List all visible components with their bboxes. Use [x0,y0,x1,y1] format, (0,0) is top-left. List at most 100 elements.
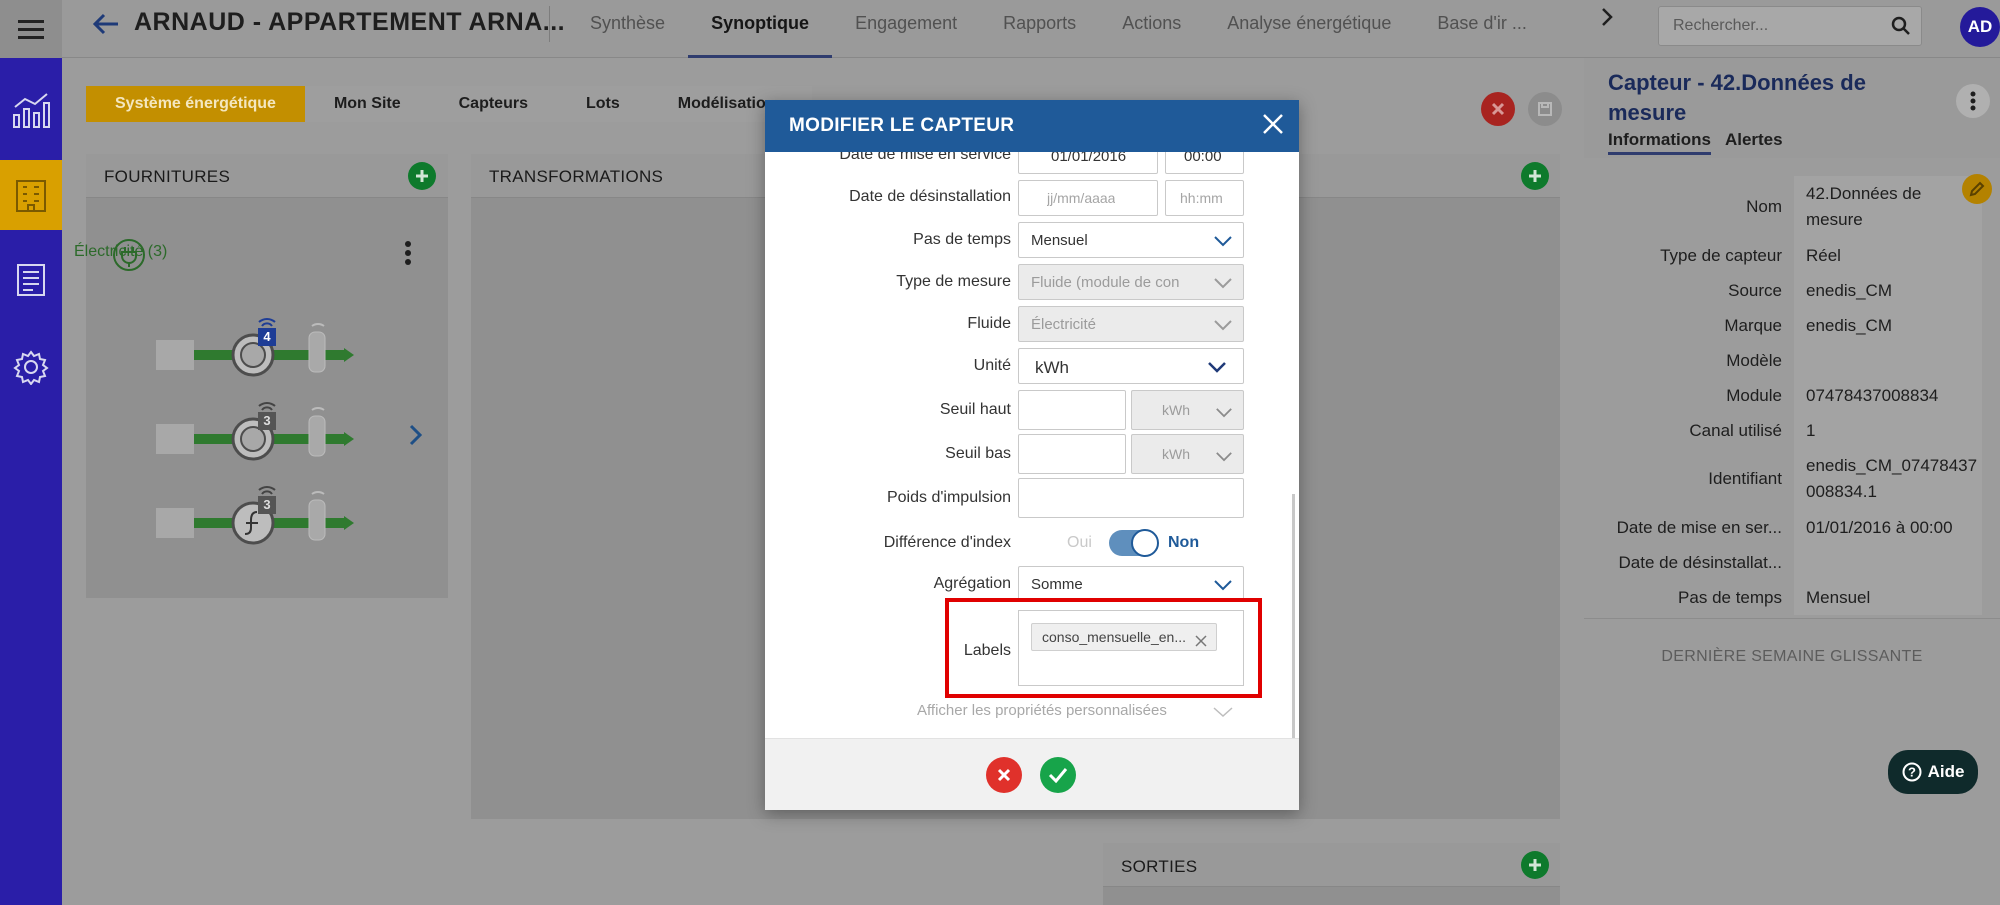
prop-value: 01/01/2016 à 00:00 [1794,510,1982,545]
back-arrow-icon[interactable] [92,13,120,40]
electricity-supply[interactable]: Électricité (3) [74,243,167,261]
subtab-capteurs[interactable]: Capteurs [430,86,557,122]
site-title: ARNAUD - APPARTEMENT ARNA... [134,8,566,36]
expand-chevron-right-icon[interactable] [408,423,424,452]
tab-analyse-energetique[interactable]: Analyse énergétique [1204,0,1414,58]
meter-3-badge: 3 [263,497,271,512]
add-transformation-button[interactable] [1521,162,1549,190]
prop-key: Modèle [1584,343,1794,378]
field-label: Date de désinstallation [849,188,1011,205]
time-mise-service-input[interactable]: 00:00 [1165,152,1244,174]
table-row: Modèle [1584,343,2000,378]
date-desinstallation-input[interactable]: jj/mm/aaaa [1018,180,1158,216]
sorties-panel: SORTIES [1103,843,1560,905]
close-icon[interactable] [1261,112,1285,141]
tab-rapports[interactable]: Rapports [980,0,1099,58]
table-row: Canal utilisé 1 [1584,413,2000,448]
select-value: kWh [1035,358,1069,377]
help-button[interactable]: ? Aide [1888,750,1978,794]
prop-value [1794,343,1982,378]
modal-scrollbar[interactable] [1292,494,1295,738]
seuil-haut-input[interactable] [1018,390,1126,430]
search-placeholder: Rechercher... [1673,17,1769,34]
user-avatar[interactable]: AD [1960,7,2000,47]
date-mise-service-input[interactable]: 01/01/2016 [1018,152,1158,174]
subtab-systeme-energetique[interactable]: Système énergétique [86,86,305,122]
table-row: Identifiant enedis_CM_07478437008834.1 [1584,448,2000,510]
subtab-mon-site[interactable]: Mon Site [305,86,430,122]
modal-header: MODIFIER LE CAPTEUR [765,100,1299,152]
tab-base[interactable]: Base d'ir ... [1414,0,1549,58]
field-label: Agrégation [933,575,1011,592]
select-value: Fluide (module de con [1031,274,1180,291]
nav-building-icon[interactable] [0,160,62,230]
chevron-down-icon [1207,360,1227,377]
prop-value: enedis_CM [1794,308,1982,343]
fournitures-header: FOURNITURES [86,154,448,198]
menu-icon[interactable] [0,0,62,58]
meter-2[interactable] [154,396,364,471]
toggle-oui-label: Oui [1067,534,1092,551]
prop-key: Type de capteur [1584,238,1794,273]
prop-key: Nom [1584,176,1794,238]
search-icon[interactable] [1891,16,1911,41]
prop-key: Identifiant [1584,448,1794,510]
seuil-bas-input[interactable] [1018,434,1126,474]
tab-informations[interactable]: Informations [1608,130,1711,155]
time-desinstallation-input[interactable]: hh:mm [1165,180,1244,216]
save-button[interactable] [1528,92,1562,126]
field-label: Différence d'index [883,534,1011,551]
subtab-lots[interactable]: Lots [557,86,649,122]
nav-report-icon[interactable] [0,245,62,315]
prop-key: Date de mise en ser... [1584,510,1794,545]
transformations-title: TRANSFORMATIONS [489,167,664,186]
table-row: Date de désinstallat... [1584,545,2000,580]
prop-value: 07478437008834 [1794,378,1982,413]
edit-sensor-modal: MODIFIER LE CAPTEUR Date de mise en serv… [765,100,1299,810]
sorties-header: SORTIES [1103,843,1560,887]
edit-pencil-icon[interactable] [1962,174,1992,204]
meter-3[interactable] [154,480,364,555]
field-label: Seuil bas [945,445,1011,462]
prop-key: Module [1584,378,1794,413]
add-sortie-button[interactable] [1521,851,1549,879]
prop-value: enedis_CM_07478437008834.1 [1794,448,1982,510]
chevron-down-icon [1213,578,1233,595]
add-fourniture-button[interactable] [408,162,436,190]
tab-synoptique[interactable]: Synoptique [688,0,833,58]
toggle-knob [1131,529,1159,557]
discard-button[interactable] [1481,92,1515,126]
tab-actions[interactable]: Actions [1099,0,1204,58]
svg-text:?: ? [1908,765,1916,780]
unite-select[interactable]: kWh [1018,348,1244,384]
tab-synthese[interactable]: Synthèse [567,0,688,58]
supply-menu-icon[interactable] [404,240,412,271]
table-row: Module 07478437008834 [1584,378,2000,413]
select-value: kWh [1162,402,1190,418]
poids-impulsion-input[interactable] [1018,478,1244,518]
custom-properties-link[interactable]: Afficher les propriétés personnalisées [917,702,1167,719]
tab-engagement[interactable]: Engagement [832,0,980,58]
cancel-button[interactable] [986,757,1022,793]
prop-value [1794,545,1982,580]
nav-analytics-icon[interactable] [0,75,62,145]
tab-alertes[interactable]: Alertes [1725,130,1783,155]
select-value: Mensuel [1031,232,1088,249]
select-value: Électricité [1031,316,1097,333]
nav-settings-icon[interactable] [0,332,62,402]
prop-value: 42.Données de mesure [1794,176,1982,238]
prop-value: 1 [1794,413,1982,448]
prop-key: Pas de temps [1584,580,1794,615]
sensor-menu-icon[interactable] [1956,84,1990,118]
meter-1[interactable] [154,312,364,387]
input-value: 00:00 [1184,152,1222,165]
pas-de-temps-select[interactable]: Mensuel [1018,222,1244,258]
confirm-button[interactable] [1040,757,1076,793]
difference-index-toggle[interactable] [1109,529,1159,557]
search-input[interactable]: Rechercher... [1658,6,1922,46]
tabs-next-chevron-icon[interactable] [1600,6,1614,35]
check-icon [1048,768,1068,783]
agregation-select[interactable]: Somme [1018,566,1244,602]
last-week-label: DERNIÈRE SEMAINE GLISSANTE [1661,648,1923,665]
toggle-non-label: Non [1168,534,1200,551]
